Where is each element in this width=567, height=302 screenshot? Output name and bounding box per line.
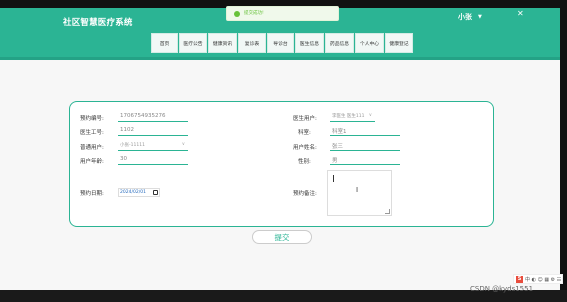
- normal-user-label: 普通用户:: [80, 145, 104, 151]
- doctor-no-field[interactable]: 1102: [118, 127, 188, 136]
- nav-item-health-register[interactable]: 健康登记: [385, 33, 413, 53]
- department-field[interactable]: 科室1: [330, 127, 400, 136]
- nav-item-health-info[interactable]: 健康资讯: [208, 33, 237, 53]
- chevron-down-icon: ∨: [181, 142, 185, 147]
- nav-item-drugs[interactable]: 药品信息: [325, 33, 354, 53]
- user-age-label: 用户年龄:: [80, 159, 104, 165]
- doctor-user-select[interactable]: 李医生 医生111 ∨: [330, 113, 375, 122]
- nav-item-profile[interactable]: 个人中心: [355, 33, 384, 53]
- doctor-user-label: 医生用户:: [293, 116, 317, 122]
- doctor-user-value: 李医生 医生111: [332, 114, 365, 119]
- remark-textarea[interactable]: I: [327, 170, 392, 216]
- department-label: 科室:: [298, 130, 311, 136]
- window-right-edge: [560, 8, 567, 290]
- gender-field[interactable]: 男: [330, 156, 400, 165]
- ime-tray-icons[interactable]: 中 ◐ ☺ ▦ ⚙ ☷: [525, 276, 561, 283]
- date-input[interactable]: 2024/02/01: [118, 188, 160, 197]
- chevron-down-icon[interactable]: ▼: [478, 14, 482, 20]
- nav-item-notices[interactable]: 医疗公告: [179, 33, 207, 53]
- site-title: 社区智慧医疗系统: [63, 18, 133, 28]
- nav-item-home[interactable]: 首页: [151, 33, 178, 53]
- remark-label: 预约备注:: [293, 191, 317, 197]
- user-age-field[interactable]: 30: [118, 156, 188, 165]
- appointment-no-field[interactable]: 1706754935276: [118, 113, 188, 122]
- close-icon[interactable]: ✕: [517, 9, 524, 18]
- main-nav: 首页 医疗公告 健康资讯 复诊表 导诊台 医生信息 药品信息 个人中心 健康登记: [151, 33, 414, 53]
- appointment-no-label: 预约编号:: [80, 116, 104, 122]
- user-menu[interactable]: 小张 ▼: [458, 12, 482, 22]
- date-label: 预约日期:: [80, 191, 104, 197]
- normal-user-select[interactable]: 小张-11111 ∨: [118, 142, 188, 151]
- ime-toolbar[interactable]: S 中 ◐ ☺ ▦ ⚙ ☷: [513, 274, 563, 284]
- submit-button[interactable]: 提交: [252, 230, 312, 244]
- calendar-icon[interactable]: [153, 190, 158, 195]
- sogou-icon[interactable]: S: [516, 275, 523, 283]
- text-cursor: [333, 175, 334, 182]
- date-value: 2024/02/01: [120, 190, 146, 195]
- resize-handle[interactable]: [385, 209, 390, 214]
- toast-message: 提交成功!: [244, 11, 264, 16]
- user-name[interactable]: 小张: [458, 13, 472, 21]
- gender-label: 性别:: [298, 159, 311, 165]
- nav-item-doctors[interactable]: 医生信息: [295, 33, 324, 53]
- user-name-field[interactable]: 张三: [330, 142, 400, 151]
- ibeam-cursor-icon: I: [356, 186, 359, 194]
- user-name-label: 用户姓名:: [293, 145, 317, 151]
- nav-item-guide[interactable]: 导诊台: [267, 33, 294, 53]
- watermark: CSDN @kyds1551: [470, 285, 534, 293]
- normal-user-value: 小张-11111: [120, 143, 145, 148]
- success-icon: [234, 11, 240, 17]
- nav-item-review[interactable]: 复诊表: [238, 33, 266, 53]
- doctor-no-label: 医生工号:: [80, 130, 104, 136]
- success-toast: 提交成功!: [226, 6, 339, 21]
- chevron-down-icon: ∨: [368, 113, 372, 118]
